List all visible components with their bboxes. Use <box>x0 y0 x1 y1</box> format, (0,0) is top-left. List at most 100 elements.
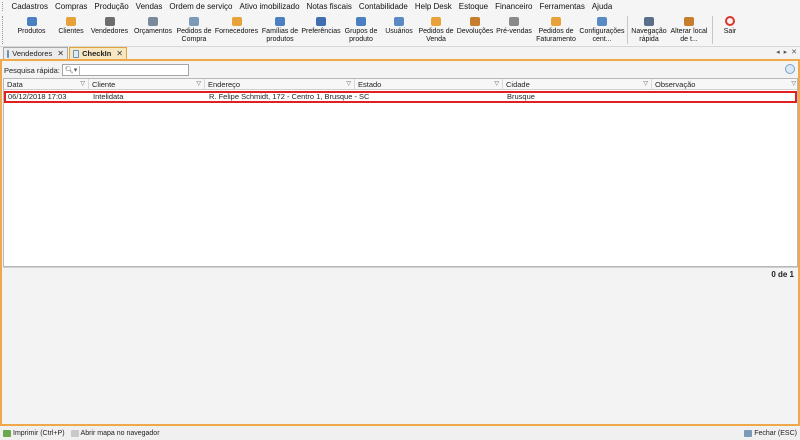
table-header: Data ▽ Cliente ▽ Endereço ▽ Estado ▽ Cidade ▽… <box>4 79 797 90</box>
menu-financeiro[interactable]: Financeiro <box>492 2 536 11</box>
tab-nav: ◂ ▸ ✕ <box>776 48 797 56</box>
menu-contabilidade[interactable]: Contabilidade <box>355 2 411 11</box>
toolbar-label: Pré-vendas <box>496 28 532 35</box>
checkin-table: Data ▽ Cliente ▽ Endereço ▽ Estado ▽ Cidade ▽… <box>3 78 798 267</box>
column-header-observacao[interactable]: Observação ▽ <box>652 79 799 90</box>
wrench-icon <box>315 15 327 27</box>
search-input[interactable] <box>79 65 188 75</box>
chevron-down-icon: ▽ <box>196 81 201 87</box>
table-row[interactable]: 06/12/2018 17:03 Intelidata R. Felipe Sc… <box>4 91 797 103</box>
toolbar-sair-button[interactable]: Sair <box>715 13 745 46</box>
toolbar-usuarios-button[interactable]: Usuários <box>381 13 417 46</box>
tab-next-icon[interactable]: ▸ <box>784 48 788 56</box>
printer-icon <box>3 429 11 437</box>
toolbar-clientes-button[interactable]: Clientes <box>55 13 87 46</box>
toolbar-configuracoes-cent-button[interactable]: Configurações cent... <box>579 13 625 46</box>
toolbar-label: Vendedores <box>90 28 129 35</box>
cell-cidade: Brusque <box>507 93 535 101</box>
toolbar-pedidos-de-faturamento-button[interactable]: Pedidos de Faturamento <box>533 13 579 46</box>
menu-compras[interactable]: Compras <box>51 2 90 11</box>
menu-notas-fiscais[interactable]: Notas fiscais <box>303 2 355 11</box>
menu-estoque[interactable]: Estoque <box>455 2 491 11</box>
tab-close-all-icon[interactable]: ✕ <box>791 48 797 56</box>
toolbar-label: Pedidos de Compra <box>176 28 212 43</box>
group-icon <box>355 15 367 27</box>
menu-help-desk[interactable]: Help Desk <box>411 2 455 11</box>
toolbar-pedidos-de-venda-button[interactable]: Pedidos de Venda <box>417 13 455 46</box>
menu-vendas[interactable]: Vendas <box>132 2 166 11</box>
box-icon <box>26 15 38 27</box>
home-icon <box>683 15 695 27</box>
column-header-cidade[interactable]: Cidade ▽ <box>503 79 652 90</box>
toolbar-preferencias-button[interactable]: Preferências <box>301 13 341 46</box>
search-label: Pesquisa rápida: <box>4 65 60 75</box>
cell-observacao <box>654 93 797 101</box>
exit-icon <box>744 429 753 437</box>
column-header-estado[interactable]: Estado ▽ <box>355 79 503 90</box>
toolbar-label: Usuários <box>385 28 413 35</box>
menu-grip <box>2 2 5 11</box>
toolbar-pre-vendas-button[interactable]: Pré-vendas <box>495 13 533 46</box>
refresh-icon[interactable] <box>785 64 795 74</box>
toolbar-fornecedores-button[interactable]: Fornecedores <box>214 13 259 46</box>
binoculars-icon <box>643 15 655 27</box>
truck-icon <box>231 15 243 27</box>
toolbar-devolucoes-button[interactable]: Devoluções <box>455 13 495 46</box>
open-map-label: Abrir mapa no navegador <box>80 429 160 437</box>
toolbar-vendedores-button[interactable]: Vendedores <box>87 13 132 46</box>
map-icon <box>70 429 79 437</box>
menu-cadastros[interactable]: Cadastros <box>8 2 51 11</box>
toolbar-orcamentos-button[interactable]: Orçamentos <box>132 13 174 46</box>
menu-ajuda[interactable]: Ajuda <box>588 2 615 11</box>
toolbar-label: Produtos <box>17 28 46 35</box>
status-bar: Imprimir (Ctrl+P) Abrir mapa no navegado… <box>0 426 800 440</box>
invoice-cart-icon <box>550 15 562 27</box>
cart-sale-icon <box>430 15 442 27</box>
column-header-endereco[interactable]: Endereço ▽ <box>205 79 355 90</box>
search-icon[interactable]: 🔍︎▾ <box>65 66 77 74</box>
menu-ativo-imobilizado[interactable]: Ativo imobilizado <box>236 2 303 11</box>
column-header-data[interactable]: Data ▽ <box>4 79 89 90</box>
toolbar-familias-de-produtos-button[interactable]: Famílias de produtos <box>259 13 301 46</box>
toolbar-label: Pedidos de Venda <box>418 28 454 43</box>
return-icon <box>469 15 481 27</box>
toolbar-label: Alterar local de t... <box>670 28 708 43</box>
chevron-down-icon: ▽ <box>494 81 499 87</box>
toolbar-alterar-local-de-t-button[interactable]: Alterar local de t... <box>668 13 710 46</box>
open-map-button[interactable]: Abrir mapa no navegador <box>70 429 160 437</box>
tab-checkin[interactable]: CheckIn ✕ <box>69 47 127 59</box>
divider <box>3 267 798 268</box>
power-icon <box>724 15 736 27</box>
close-icon[interactable]: ✕ <box>116 49 123 58</box>
tab-prev-icon[interactable]: ◂ <box>776 48 780 56</box>
tab-label: CheckIn <box>82 49 112 58</box>
close-icon[interactable]: ✕ <box>57 49 64 58</box>
toolbar-grupos-de-produto-button[interactable]: Grupos de produto <box>341 13 381 46</box>
users-icon <box>393 15 405 27</box>
print-label: Imprimir (Ctrl+P) <box>13 429 65 437</box>
toolbar-navegacao-rapida-button[interactable]: Navegação rápida <box>630 13 668 46</box>
tabs-bar: Vendedores ✕ CheckIn ✕ ◂ ▸ ✕ <box>0 47 800 59</box>
tab-grid-icon <box>73 49 80 58</box>
toolbar-pedidos-de-compra-button[interactable]: Pedidos de Compra <box>174 13 214 46</box>
cell-cliente: Intelidata <box>93 93 124 101</box>
toolbar-separator <box>627 16 628 44</box>
menu-ordem-servico[interactable]: Ordem de serviço <box>166 2 236 11</box>
close-button[interactable]: Fechar (ESC) <box>744 429 797 437</box>
toolbar-label: Famílias de produtos <box>261 28 299 43</box>
menu-producao[interactable]: Produção <box>91 2 132 11</box>
toolbar-label: Navegação rápida <box>631 28 667 43</box>
search-box[interactable]: 🔍︎▾ <box>61 64 189 76</box>
print-button[interactable]: Imprimir (Ctrl+P) <box>3 429 65 437</box>
menu-ferramentas[interactable]: Ferramentas <box>536 2 588 11</box>
toolbar-produtos-button[interactable]: Produtos <box>8 13 55 46</box>
cell-estado: SC <box>359 93 370 101</box>
chevron-down-icon: ▽ <box>791 81 796 87</box>
toolbar-label: Clientes <box>58 28 84 35</box>
tab-label: Vendedores <box>12 49 53 58</box>
column-header-cliente[interactable]: Cliente ▽ <box>89 79 205 90</box>
tab-vendedores[interactable]: Vendedores ✕ <box>3 47 68 59</box>
briefcase-icon <box>104 15 116 27</box>
toolbar-grip <box>2 16 5 44</box>
toolbar-label: Preferências <box>301 28 341 35</box>
